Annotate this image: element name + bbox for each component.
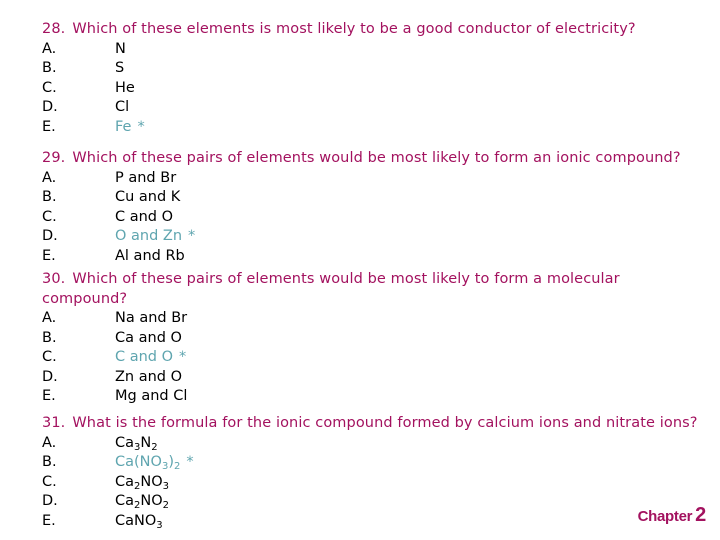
option-value: Cu and K bbox=[115, 189, 181, 205]
formula-symbol: CaNO bbox=[115, 512, 157, 529]
question-text: 31. What is the formula for the ionic com… bbox=[42, 414, 712, 434]
option-letter: A. bbox=[42, 434, 57, 451]
formula-symbol: Ca bbox=[115, 473, 135, 490]
option-letter: D. bbox=[42, 493, 58, 509]
question-number: 31. bbox=[42, 415, 66, 431]
formula-symbol: NO bbox=[140, 493, 163, 509]
option-letter: A. bbox=[42, 169, 57, 186]
option-b: B. Cu and K bbox=[42, 188, 712, 208]
option-value: C and O bbox=[115, 208, 174, 225]
option-a: A. Na and Br bbox=[42, 309, 712, 329]
option-letter: A. bbox=[42, 40, 57, 57]
option-value: Fe * bbox=[115, 118, 145, 138]
option-c: C. Ca2NO3 bbox=[42, 473, 712, 493]
option-letter: E. bbox=[42, 512, 56, 529]
question-text: 28. Which of these elements is most likel… bbox=[42, 20, 712, 40]
option-value: Na and Br bbox=[115, 310, 188, 326]
option-value: Zn and O bbox=[115, 368, 183, 385]
chemical-formula: CaNO3 bbox=[115, 512, 163, 532]
option-c-correct: C. C and O * bbox=[42, 348, 712, 368]
chemical-formula: Ca2NO2 bbox=[115, 492, 169, 512]
option-letter: E. bbox=[42, 388, 56, 404]
question-text: 30. Which of these pairs of elements woul… bbox=[42, 270, 642, 309]
formula-symbol: NO bbox=[140, 473, 163, 490]
option-e-correct: E. Fe * bbox=[42, 118, 712, 138]
option-value: S bbox=[115, 60, 125, 76]
question-number: 29. bbox=[42, 150, 66, 166]
formula-symbol: N bbox=[140, 434, 152, 451]
option-text: C and O bbox=[115, 349, 174, 365]
formula-subscript: 2 bbox=[151, 441, 158, 453]
formula-subscript: 3 bbox=[156, 519, 163, 531]
option-c: C. C and O bbox=[42, 208, 712, 228]
chemical-formula: Ca3N2 bbox=[115, 434, 158, 454]
option-letter: A. bbox=[42, 310, 57, 326]
option-a: A. Ca3N2 bbox=[42, 434, 712, 454]
question-number: 28. bbox=[42, 21, 66, 37]
option-letter: D. bbox=[42, 228, 58, 244]
option-letter: B. bbox=[42, 189, 57, 205]
question-prompt: Which of these pairs of elements would b… bbox=[72, 150, 681, 166]
chemical-formula: Ca2NO3 bbox=[115, 473, 169, 493]
question-number: 30. bbox=[42, 271, 66, 287]
chapter-label: Chapter 2 bbox=[637, 504, 707, 527]
question-prompt: What is the formula for the ionic compou… bbox=[72, 415, 698, 431]
option-letter: C. bbox=[42, 208, 57, 225]
option-value: Ca and O bbox=[115, 329, 182, 346]
chapter-number: 2 bbox=[695, 504, 706, 526]
option-value: Cl bbox=[115, 99, 130, 115]
option-value: He bbox=[115, 79, 135, 96]
question-31: 31. What is the formula for the ionic com… bbox=[42, 414, 712, 531]
option-b: B. Ca and O bbox=[42, 329, 712, 349]
formula-symbol: Ca bbox=[115, 493, 135, 509]
option-a: A. N bbox=[42, 40, 712, 60]
option-letter: B. bbox=[42, 454, 57, 470]
option-value: N bbox=[115, 40, 126, 57]
option-d: D. Zn and O bbox=[42, 368, 712, 388]
option-value: Mg and Cl bbox=[115, 388, 188, 404]
correct-answer-marker: * bbox=[186, 454, 194, 470]
option-d: D. Cl bbox=[42, 98, 712, 118]
option-b-correct: B. Ca(NO3)2 * bbox=[42, 453, 712, 473]
formula-subscript: 3 bbox=[162, 480, 170, 492]
question-prompt: Which of these pairs of elements would b… bbox=[42, 271, 620, 307]
correct-answer-marker: * bbox=[137, 118, 145, 135]
option-value: P and Br bbox=[115, 169, 177, 186]
option-c: C. He bbox=[42, 79, 712, 99]
formula-symbol: Ca bbox=[115, 434, 135, 451]
option-d-correct: D. O and Zn * bbox=[42, 227, 712, 247]
option-value: Al and Rb bbox=[115, 247, 185, 264]
chemical-formula: Ca(NO3)2 * bbox=[115, 453, 194, 473]
correct-answer-marker: * bbox=[188, 228, 196, 244]
question-30: 30. Which of these pairs of elements woul… bbox=[42, 270, 712, 407]
chapter-text: Chapter bbox=[637, 508, 693, 525]
option-value: C and O * bbox=[115, 348, 186, 368]
option-letter: D. bbox=[42, 368, 58, 385]
question-28: 28. Which of these elements is most likel… bbox=[42, 20, 712, 137]
question-text: 29. Which of these pairs of elements woul… bbox=[42, 149, 712, 169]
option-letter: E. bbox=[42, 247, 56, 264]
option-text: Fe bbox=[115, 118, 132, 135]
question-29: 29. Which of these pairs of elements woul… bbox=[42, 149, 712, 266]
option-e: E. Mg and Cl bbox=[42, 387, 712, 407]
option-letter: B. bbox=[42, 60, 57, 76]
option-b: B. S bbox=[42, 59, 712, 79]
option-value: O and Zn * bbox=[115, 227, 195, 247]
correct-answer-marker: * bbox=[179, 349, 187, 365]
option-a: A. P and Br bbox=[42, 169, 712, 189]
option-letter: C. bbox=[42, 79, 57, 96]
option-e: E. Al and Rb bbox=[42, 247, 712, 267]
option-letter: C. bbox=[42, 349, 57, 365]
option-letter: D. bbox=[42, 99, 58, 115]
formula-subscript: 2 bbox=[173, 461, 181, 472]
formula-subscript: 2 bbox=[162, 500, 170, 511]
option-letter: E. bbox=[42, 118, 56, 135]
option-e: E. CaNO3 bbox=[42, 512, 712, 532]
option-letter: C. bbox=[42, 473, 57, 490]
option-d: D. Ca2NO2 bbox=[42, 492, 712, 512]
option-letter: B. bbox=[42, 329, 57, 346]
formula-symbol: Ca(NO bbox=[115, 454, 162, 470]
question-prompt: Which of these elements is most likely t… bbox=[72, 21, 636, 37]
option-text: O and Zn bbox=[115, 228, 183, 244]
